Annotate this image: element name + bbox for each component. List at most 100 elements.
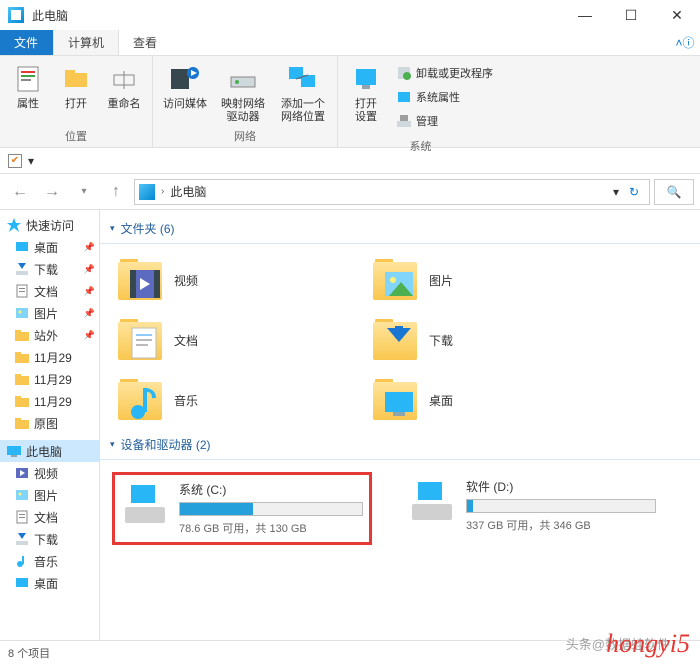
- media-icon: [169, 63, 201, 95]
- maximize-button[interactable]: ☐: [608, 0, 654, 30]
- drive-icon: [121, 483, 169, 523]
- sidebar-item[interactable]: 原图: [0, 412, 99, 434]
- folder-icon: [371, 256, 419, 304]
- sidebar-item-label: 文档: [34, 283, 58, 300]
- uninstall-icon: [396, 65, 412, 81]
- item-icon: [14, 575, 30, 591]
- folder-icon: [14, 349, 30, 365]
- sidebar-item-label: 文档: [34, 509, 58, 526]
- recent-locations-button[interactable]: ▾: [70, 178, 98, 206]
- folder-item[interactable]: 文档: [112, 310, 367, 370]
- address-bar[interactable]: › 此电脑 ▾ ↻: [134, 179, 650, 205]
- folder-item[interactable]: 图片: [367, 250, 622, 310]
- sidebar-item-label: 图片: [34, 305, 58, 322]
- sidebar-item-label: 下载: [34, 261, 58, 278]
- open-settings-button[interactable]: 打开 设置: [344, 60, 388, 124]
- rename-icon: [108, 63, 140, 95]
- add-network-icon: [287, 63, 319, 95]
- sidebar-item[interactable]: 站外📌: [0, 324, 99, 346]
- status-bar: 8 个项目: [0, 640, 700, 664]
- ribbon-tabs: 文件 计算机 查看 ˄ ⓘ: [0, 30, 700, 56]
- sidebar-item[interactable]: 文档: [0, 506, 99, 528]
- sidebar-item[interactable]: 11月29: [0, 346, 99, 368]
- title-bar: 此电脑 — ☐ ✕: [0, 0, 700, 30]
- navigation-bar: ← → ▾ ↑ › 此电脑 ▾ ↻ 🔍: [0, 174, 700, 210]
- tab-view[interactable]: 查看: [119, 30, 172, 55]
- item-icon: [14, 531, 30, 547]
- sidebar-item-label: 原图: [34, 415, 58, 432]
- sidebar-item-label: 下载: [34, 531, 58, 548]
- forward-button[interactable]: →: [38, 178, 66, 206]
- breadcrumb[interactable]: 此电脑: [170, 183, 206, 200]
- drives-section-header[interactable]: ▾ 设备和驱动器 (2): [100, 430, 700, 460]
- item-icon: [14, 487, 30, 503]
- sidebar-item[interactable]: 图片📌: [0, 302, 99, 324]
- folders-section-header[interactable]: ▾ 文件夹 (6): [100, 214, 700, 244]
- map-drive-button[interactable]: 映射网络 驱动器: [215, 60, 271, 124]
- sidebar-item-label: 11月29: [34, 393, 72, 410]
- tab-file[interactable]: 文件: [0, 30, 53, 55]
- sidebar-item[interactable]: 桌面: [0, 572, 99, 594]
- folder-item[interactable]: 桌面: [367, 370, 622, 430]
- qat-caret[interactable]: ▾: [28, 154, 34, 168]
- sidebar-item-label: 音乐: [34, 553, 58, 570]
- sidebar-item-label: 11月29: [34, 349, 72, 366]
- sidebar-item[interactable]: 图片: [0, 484, 99, 506]
- pin-icon: 📌: [84, 264, 95, 275]
- search-icon: 🔍: [667, 185, 682, 199]
- sidebar-quick-access[interactable]: 快速访问: [0, 214, 99, 236]
- media-button[interactable]: 访问媒体: [159, 60, 211, 111]
- add-network-button[interactable]: 添加一个 网络位置: [275, 60, 331, 124]
- app-icon: [8, 7, 24, 23]
- address-caret[interactable]: ▾: [613, 185, 619, 199]
- sidebar-item-label: 11月29: [34, 371, 72, 388]
- folder-icon: [371, 316, 419, 364]
- folder-label: 文档: [174, 332, 198, 349]
- open-button[interactable]: 打开: [54, 60, 98, 111]
- crumb-separator: ›: [161, 186, 164, 197]
- map-drive-icon: [227, 63, 259, 95]
- close-button[interactable]: ✕: [654, 0, 700, 30]
- chevron-down-icon: ▾: [110, 223, 115, 234]
- uninstall-button[interactable]: 卸载或更改程序: [396, 62, 493, 84]
- refresh-button[interactable]: ↻: [623, 185, 645, 199]
- sidebar-item[interactable]: 下载: [0, 528, 99, 550]
- folder-item[interactable]: 音乐: [112, 370, 367, 430]
- sidebar-item[interactable]: 视频: [0, 462, 99, 484]
- sidebar: 快速访问 桌面📌 下载 📌 文档📌图片📌站外📌 11月29 11月29 11月29 原图 此电…: [0, 210, 100, 640]
- properties-button[interactable]: 属性: [6, 60, 50, 111]
- folder-icon: [116, 376, 164, 424]
- folder-label: 桌面: [429, 392, 453, 409]
- folder-icon: [14, 327, 30, 343]
- item-icon: [14, 509, 30, 525]
- drive-item[interactable]: 软件 (D:)337 GB 可用，共 346 GB: [402, 472, 662, 545]
- rename-button[interactable]: 重命名: [102, 60, 146, 111]
- folder-label: 音乐: [174, 392, 198, 409]
- checkbox-icon[interactable]: ✔: [8, 154, 22, 168]
- system-properties-button[interactable]: 系统属性: [396, 86, 493, 108]
- pc-icon: [139, 184, 155, 200]
- sidebar-this-pc[interactable]: 此电脑: [0, 440, 99, 462]
- help-button[interactable]: ˄ ⓘ: [670, 30, 700, 55]
- sidebar-item[interactable]: 11月29: [0, 390, 99, 412]
- up-button[interactable]: ↑: [102, 178, 130, 206]
- drive-usage-bar: [466, 499, 656, 513]
- sidebar-item[interactable]: 桌面📌: [0, 236, 99, 258]
- sidebar-item[interactable]: 文档📌: [0, 280, 99, 302]
- back-button[interactable]: ←: [6, 178, 34, 206]
- sidebar-item[interactable]: 11月29: [0, 368, 99, 390]
- tab-computer[interactable]: 计算机: [53, 30, 119, 55]
- search-input[interactable]: 🔍: [654, 179, 694, 205]
- manage-button[interactable]: 管理: [396, 110, 493, 132]
- ribbon-group-system: 打开 设置 卸载或更改程序 系统属性 管理 系统: [338, 56, 503, 147]
- sidebar-item[interactable]: 下载 📌: [0, 258, 99, 280]
- folder-item[interactable]: 下载: [367, 310, 622, 370]
- sidebar-item[interactable]: 音乐: [0, 550, 99, 572]
- folder-icon: [116, 256, 164, 304]
- folder-item[interactable]: 视频: [112, 250, 367, 310]
- drive-name: 软件 (D:): [466, 478, 656, 495]
- drive-item[interactable]: 系统 (C:)78.6 GB 可用，共 130 GB: [112, 472, 372, 545]
- minimize-button[interactable]: —: [562, 0, 608, 30]
- folder-icon: [14, 393, 30, 409]
- properties-icon: [12, 63, 44, 95]
